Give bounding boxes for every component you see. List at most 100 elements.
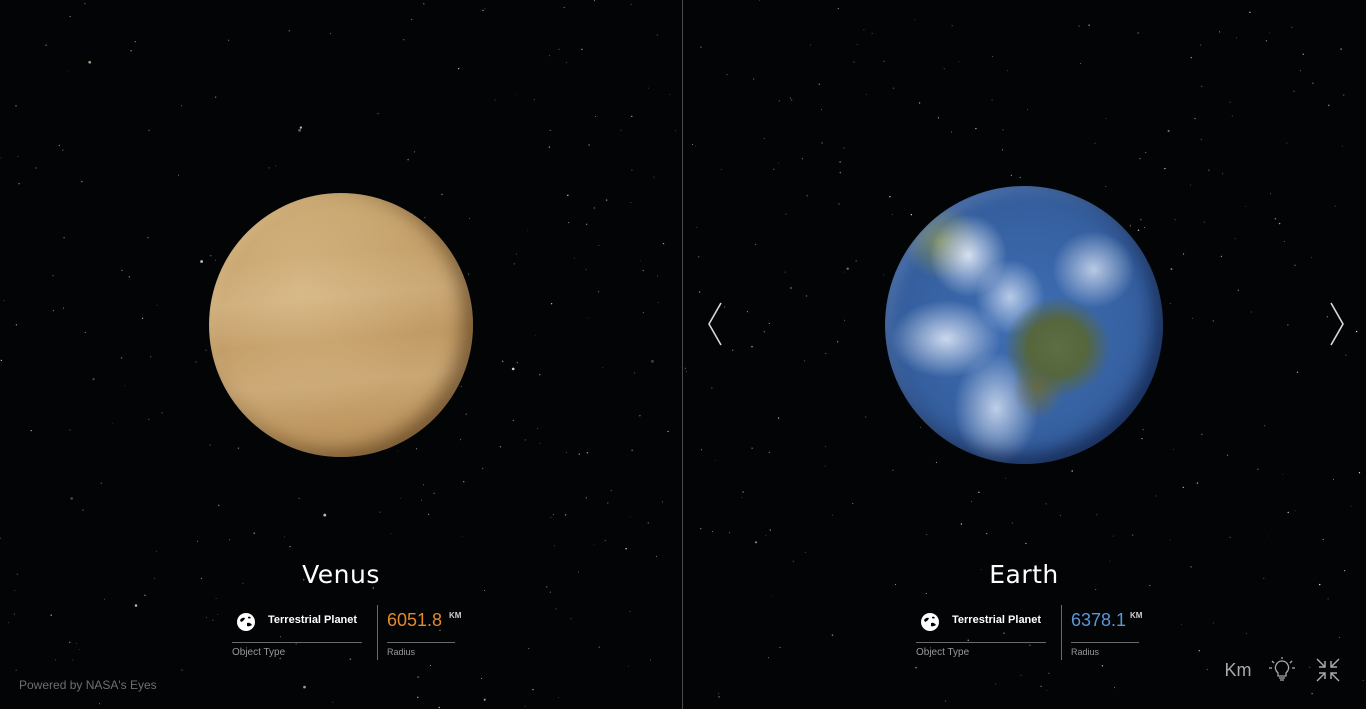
star: [843, 147, 845, 149]
star: [400, 497, 401, 499]
star: [1201, 85, 1203, 87]
star: [806, 195, 808, 197]
star: [275, 165, 277, 167]
star: [63, 307, 64, 309]
object-type-value: Terrestrial Planet: [952, 614, 1042, 626]
star: [124, 385, 126, 387]
star: [1206, 668, 1208, 671]
radius-value: 6051.8: [387, 610, 443, 630]
collapse-arrows-icon[interactable]: [1314, 656, 1342, 684]
star: [15, 324, 18, 326]
star: [134, 604, 138, 607]
star: [1105, 118, 1107, 119]
venus-globe[interactable]: [209, 193, 473, 457]
star: [55, 659, 57, 661]
star: [751, 346, 753, 348]
object-type-block: Terrestrial Planet Object Type: [232, 605, 362, 660]
star: [657, 302, 659, 303]
star: [871, 32, 873, 34]
star: [642, 269, 644, 272]
star: [30, 430, 32, 432]
star: [330, 33, 331, 35]
star: [552, 514, 554, 516]
star: [84, 331, 86, 334]
star: [577, 571, 580, 573]
chevron-right-icon[interactable]: [1326, 300, 1348, 348]
star: [631, 115, 633, 118]
star: [377, 112, 379, 115]
star: [16, 573, 18, 575]
panel-divider: [682, 0, 683, 709]
star: [98, 703, 100, 705]
star: [513, 263, 515, 265]
star: [1345, 354, 1347, 356]
powered-by-link[interactable]: Powered by NASA's Eyes: [19, 678, 157, 692]
star: [237, 447, 240, 449]
star: [460, 385, 462, 388]
star: [1362, 680, 1364, 682]
star: [1322, 538, 1324, 540]
star: [427, 513, 430, 515]
star: [914, 19, 916, 21]
star: [1229, 101, 1231, 103]
star: [1283, 240, 1286, 243]
star: [650, 359, 654, 363]
star: [1250, 311, 1253, 313]
star: [103, 598, 106, 600]
lightbulb-icon[interactable]: [1268, 656, 1296, 684]
star: [818, 83, 820, 85]
star: [156, 304, 158, 306]
star: [926, 534, 928, 535]
star: [1286, 142, 1288, 144]
star: [303, 685, 306, 689]
star: [298, 497, 300, 499]
star: [1355, 330, 1358, 333]
star: [462, 536, 463, 538]
star: [1318, 583, 1321, 586]
radius-caption: Radius: [387, 647, 416, 657]
star: [1342, 94, 1345, 96]
star: [150, 356, 152, 358]
star: [1078, 25, 1080, 27]
star: [1218, 31, 1221, 33]
star: [1245, 205, 1247, 207]
star: [424, 217, 426, 218]
star: [629, 516, 631, 518]
star: [892, 214, 893, 215]
star: [1071, 470, 1073, 472]
star: [438, 706, 440, 709]
star: [1311, 692, 1313, 695]
star: [1191, 317, 1194, 320]
star: [975, 127, 977, 130]
star: [100, 482, 102, 484]
star: [154, 577, 155, 579]
earth-globe[interactable]: [885, 186, 1163, 464]
star: [1088, 24, 1090, 26]
star: [698, 291, 701, 293]
star: [605, 199, 608, 201]
star: [863, 29, 865, 31]
units-toggle-button[interactable]: Km: [1221, 656, 1255, 684]
star: [838, 203, 840, 205]
radius-block: 6378.1 KM Radius: [1071, 605, 1161, 660]
object-type-block: Terrestrial Planet Object Type: [916, 605, 1046, 660]
star: [1007, 70, 1009, 72]
star: [883, 60, 885, 62]
star: [1296, 371, 1299, 373]
object-type-caption: Object Type: [916, 647, 970, 658]
star: [524, 705, 526, 707]
chevron-left-icon[interactable]: [704, 300, 726, 348]
star: [1264, 425, 1266, 427]
star: [92, 377, 95, 381]
star: [414, 151, 416, 153]
star: [653, 176, 655, 178]
star: [810, 44, 811, 46]
star: [1231, 115, 1233, 117]
star: [846, 267, 849, 271]
star: [1312, 82, 1314, 84]
star: [403, 39, 405, 41]
star: [528, 647, 530, 649]
star: [700, 46, 702, 48]
star: [215, 598, 217, 600]
star: [460, 439, 462, 441]
